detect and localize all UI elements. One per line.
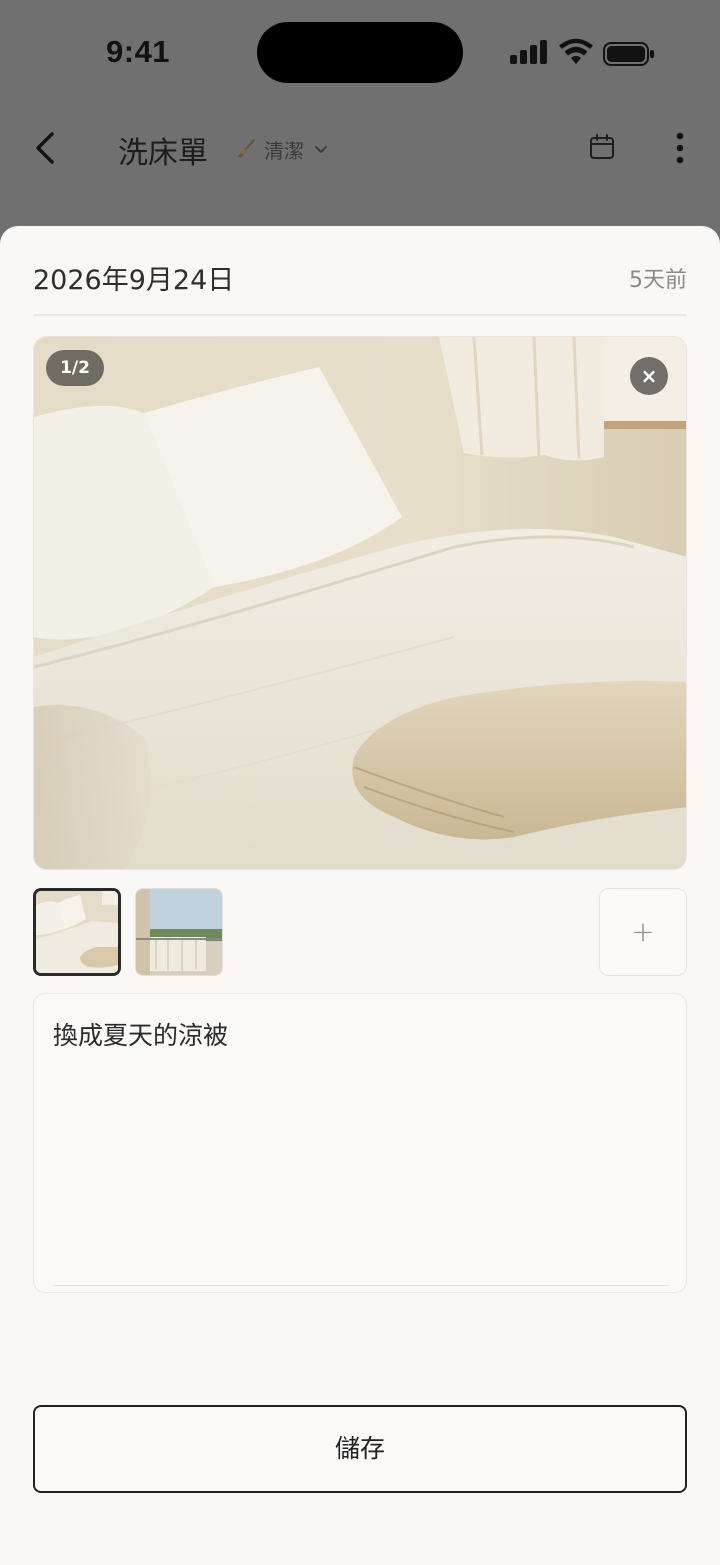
back-chevron-icon[interactable] xyxy=(30,128,66,168)
page-title: 洗床單 xyxy=(118,136,208,171)
calendar-icon[interactable] xyxy=(588,132,616,162)
remove-photo-button[interactable]: × xyxy=(630,357,668,395)
signal-icon xyxy=(510,40,550,64)
more-vertical-icon[interactable] xyxy=(670,130,690,166)
chevron-down-icon xyxy=(315,146,327,153)
wifi-icon xyxy=(559,38,593,64)
note-text[interactable]: 換成夏天的涼被 xyxy=(53,1016,228,1052)
photo-counter: 1/2 xyxy=(46,350,104,386)
status-time: 9:41 xyxy=(106,34,171,69)
thumbnail-2[interactable] xyxy=(135,888,223,976)
status-icons xyxy=(508,36,658,70)
note-field[interactable]: 換成夏天的涼被 xyxy=(33,993,687,1293)
save-button[interactable]: 儲存 xyxy=(33,1405,687,1493)
divider xyxy=(33,314,687,316)
bed-thumbnail-image xyxy=(36,891,118,973)
thumbnail-strip: + xyxy=(33,888,687,976)
add-photo-button[interactable]: + xyxy=(599,888,687,976)
category-selector[interactable]: 清潔 xyxy=(234,134,328,164)
entry-date[interactable]: 2026年9月24日 xyxy=(33,258,234,297)
balcony-thumbnail-image xyxy=(136,889,222,975)
entry-sheet: 2026年9月24日 5天前 1/2 × + 換成夏天的涼被 儲存 xyxy=(0,226,720,1565)
dynamic-island xyxy=(257,22,463,83)
category-label: 清潔 xyxy=(264,138,304,163)
broom-icon xyxy=(237,139,255,158)
battery-icon xyxy=(603,42,654,66)
main-photo[interactable]: 1/2 × xyxy=(33,336,687,870)
status-bar: 9:41 xyxy=(0,0,720,100)
relative-time: 5天前 xyxy=(629,268,687,293)
bed-photo-image xyxy=(34,337,686,869)
sheet-header: 2026年9月24日 5天前 xyxy=(33,256,687,296)
nav-bar: 洗床單 清潔 xyxy=(0,112,720,184)
thumbnail-1[interactable] xyxy=(33,888,121,976)
note-underline xyxy=(53,1285,669,1286)
